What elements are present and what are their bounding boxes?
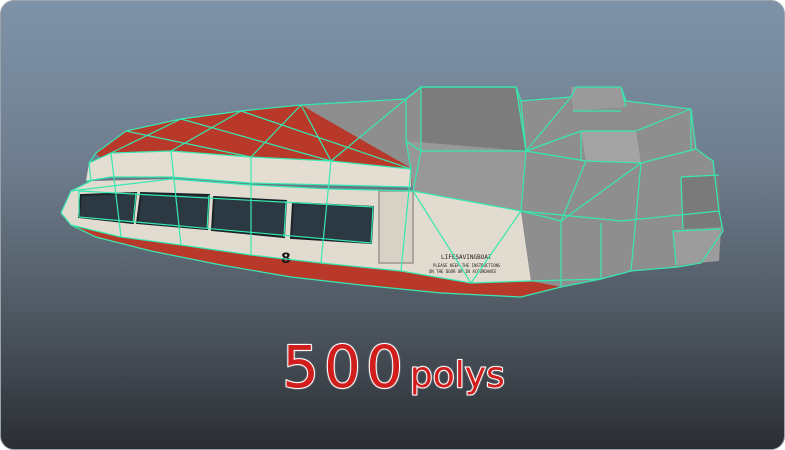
- poly-count-number: 500: [281, 332, 408, 402]
- window-1: [77, 191, 138, 225]
- rear-block-4: [681, 175, 721, 229]
- poly-count-caption: 500polys: [1, 332, 784, 402]
- rear-block-3: [673, 229, 721, 265]
- 3d-viewport[interactable]: 8 LIFESAVINGBOAT PLEASE KEEP THE INSTRUC…: [0, 0, 785, 450]
- decal-line-2: PLEASE KEEP THE INSTRUCTIONS: [433, 263, 501, 268]
- poly-count-unit: polys: [409, 354, 506, 397]
- window-3: [210, 195, 288, 239]
- rear-block-2: [581, 131, 641, 163]
- rear-block-1: [571, 87, 626, 111]
- decal-line-1: LIFESAVINGBOAT: [441, 254, 492, 261]
- top-block: [421, 87, 526, 151]
